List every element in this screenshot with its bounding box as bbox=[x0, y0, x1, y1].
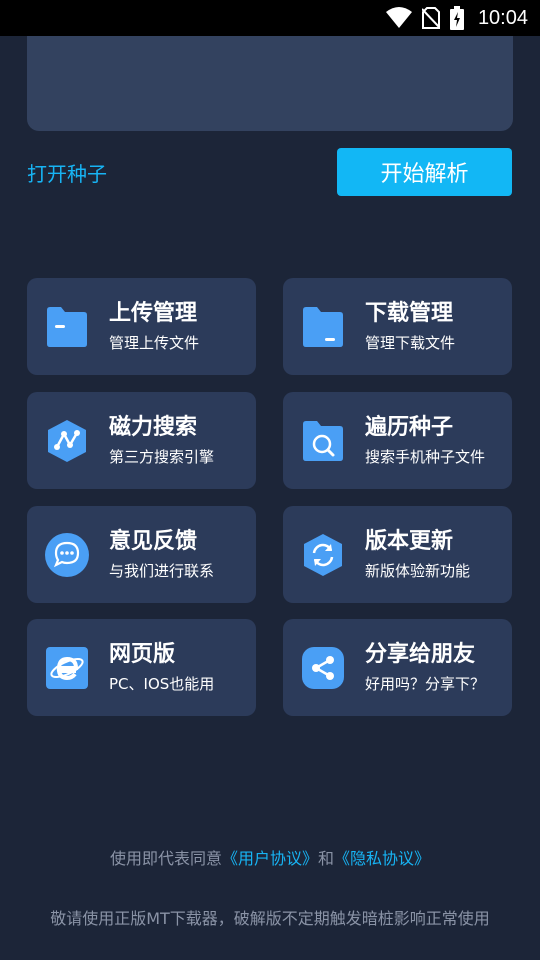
agreement-text: 使用即代表同意《用户协议》和《隐私协议》 bbox=[0, 845, 540, 869]
card-title: 磁力搜索 bbox=[109, 415, 198, 440]
share-nodes-hexagon-icon bbox=[44, 418, 90, 464]
card-subtitle: 新版体验新功能 bbox=[365, 562, 471, 580]
status-bar: 10:04 bbox=[0, 0, 540, 36]
browser-e-icon bbox=[44, 645, 90, 691]
card-magnet-search[interactable]: 磁力搜索 第三方搜索引擎 bbox=[27, 392, 256, 489]
card-version-update[interactable]: 版本更新 新版体验新功能 bbox=[283, 506, 512, 603]
card-title: 遍历种子 bbox=[365, 415, 454, 440]
card-title: 分享给朋友 bbox=[365, 642, 476, 667]
user-agreement-link[interactable]: 《用户协议》 bbox=[222, 849, 318, 868]
open-torrent-link[interactable]: 打开种子 bbox=[27, 158, 107, 187]
card-subtitle: PC、IOS也能用 bbox=[109, 675, 215, 693]
battery-charging-icon bbox=[449, 6, 464, 30]
no-sim-icon bbox=[421, 7, 440, 29]
folder-search-icon bbox=[300, 418, 346, 464]
card-scan-torrents[interactable]: 遍历种子 搜索手机种子文件 bbox=[283, 392, 512, 489]
magnet-input-area[interactable] bbox=[27, 36, 513, 131]
card-share-friends[interactable]: 分享给朋友 好用吗？分享下？ bbox=[283, 619, 512, 716]
card-title: 上传管理 bbox=[109, 301, 198, 326]
card-title: 版本更新 bbox=[365, 529, 454, 554]
refresh-hexagon-icon bbox=[300, 532, 346, 578]
card-download-manager[interactable]: 下载管理 管理下载文件 bbox=[283, 278, 512, 375]
card-title: 意见反馈 bbox=[109, 529, 198, 554]
card-upload-manager[interactable]: 上传管理 管理上传文件 bbox=[27, 278, 256, 375]
start-parse-button[interactable]: 开始解析 bbox=[337, 148, 512, 196]
card-title: 网页版 bbox=[109, 642, 176, 667]
agreement-prefix: 使用即代表同意 bbox=[109, 849, 222, 868]
folder-icon bbox=[300, 304, 346, 350]
share-icon bbox=[300, 645, 346, 691]
card-web-version[interactable]: 网页版 PC、IOS也能用 bbox=[27, 619, 256, 716]
piracy-warning: 敬请使用正版MT下载器，破解版不定期触发暗桩影响正常使用 bbox=[50, 909, 490, 928]
privacy-agreement-link[interactable]: 《隐私协议》 bbox=[334, 849, 430, 868]
wifi-icon bbox=[385, 7, 412, 29]
card-subtitle: 管理上传文件 bbox=[109, 334, 200, 352]
card-subtitle: 管理下载文件 bbox=[365, 334, 456, 352]
card-subtitle: 好用吗？分享下？ bbox=[365, 675, 486, 693]
card-subtitle: 与我们进行联系 bbox=[109, 562, 215, 580]
card-feedback[interactable]: 意见反馈 与我们进行联系 bbox=[27, 506, 256, 603]
card-title: 下载管理 bbox=[365, 301, 454, 326]
chat-bubble-icon bbox=[44, 532, 90, 578]
folder-icon bbox=[44, 304, 90, 350]
card-subtitle: 搜索手机种子文件 bbox=[365, 448, 486, 466]
card-subtitle: 第三方搜索引擎 bbox=[109, 448, 215, 466]
status-time: 10:04 bbox=[477, 6, 528, 29]
agreement-and: 和 bbox=[318, 849, 335, 868]
